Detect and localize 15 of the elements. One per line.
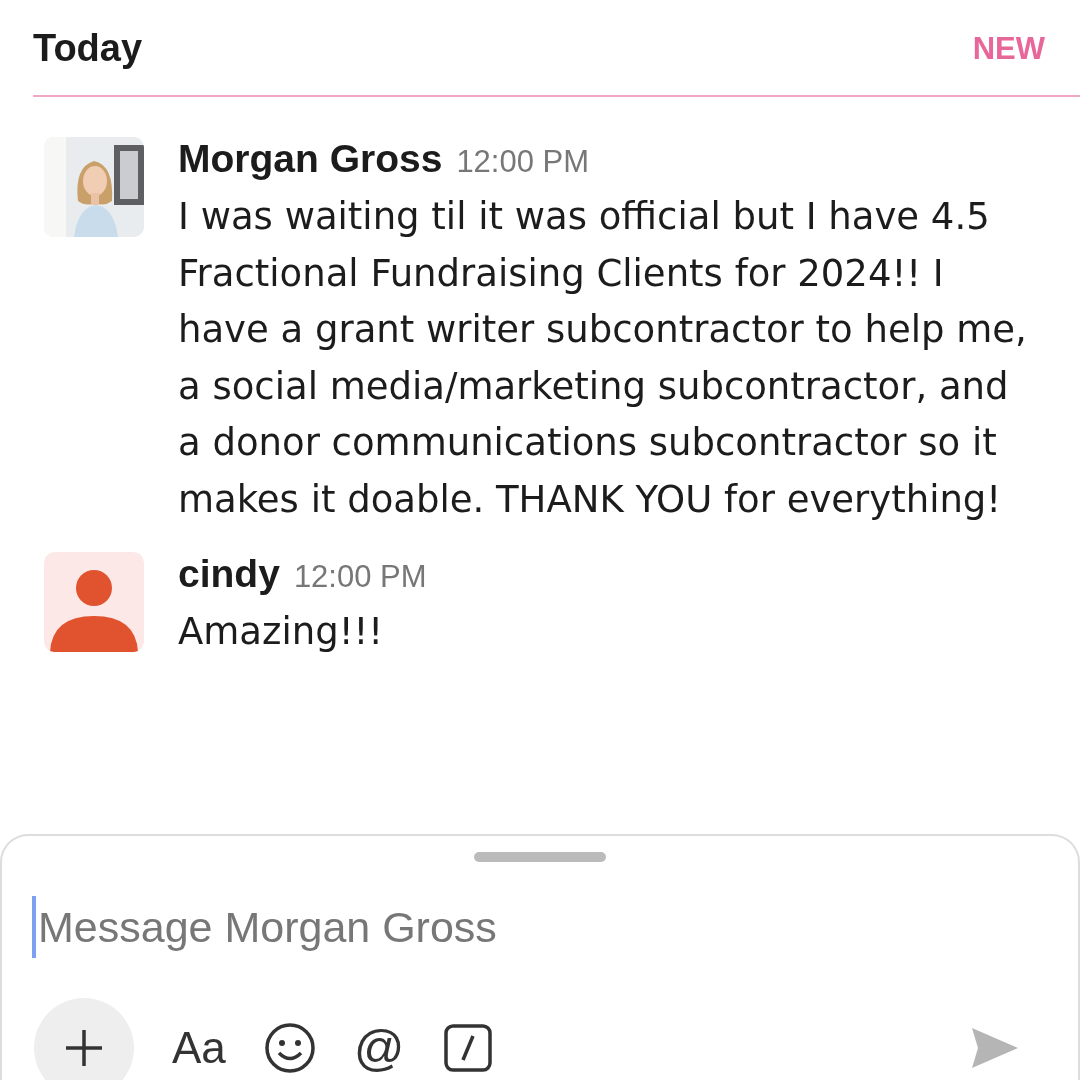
slash-command-icon[interactable] xyxy=(442,1023,493,1073)
message-text: I was waiting til it was official but I have 4.5 Fractional Fundraising Clients for 2024!! I have a grant writer subcontractor to help me, a social media/marketing subcontractor, and a donor communications subcontractor so it makes it doable. THANK YOU for everything! xyxy=(178,194,1028,523)
drag-handle[interactable] xyxy=(474,852,606,862)
timestamp: 12:00 PM xyxy=(293,559,427,595)
mention-button[interactable]: @ xyxy=(353,1019,405,1077)
sender-name[interactable]: cindy xyxy=(178,552,280,596)
message-field[interactable]: Message Morgan Gross xyxy=(32,894,1078,960)
default-avatar-icon xyxy=(44,552,144,652)
format-button[interactable]: Aa xyxy=(172,1023,226,1073)
sender-name[interactable]: Morgan Gross xyxy=(178,137,443,181)
emoji-icon[interactable] xyxy=(263,1022,316,1074)
timestamp: 12:00 PM xyxy=(456,144,590,180)
new-label: NEW xyxy=(972,30,1045,67)
message-text: Amazing!!! xyxy=(178,609,385,655)
day-heading: Today xyxy=(33,27,143,70)
